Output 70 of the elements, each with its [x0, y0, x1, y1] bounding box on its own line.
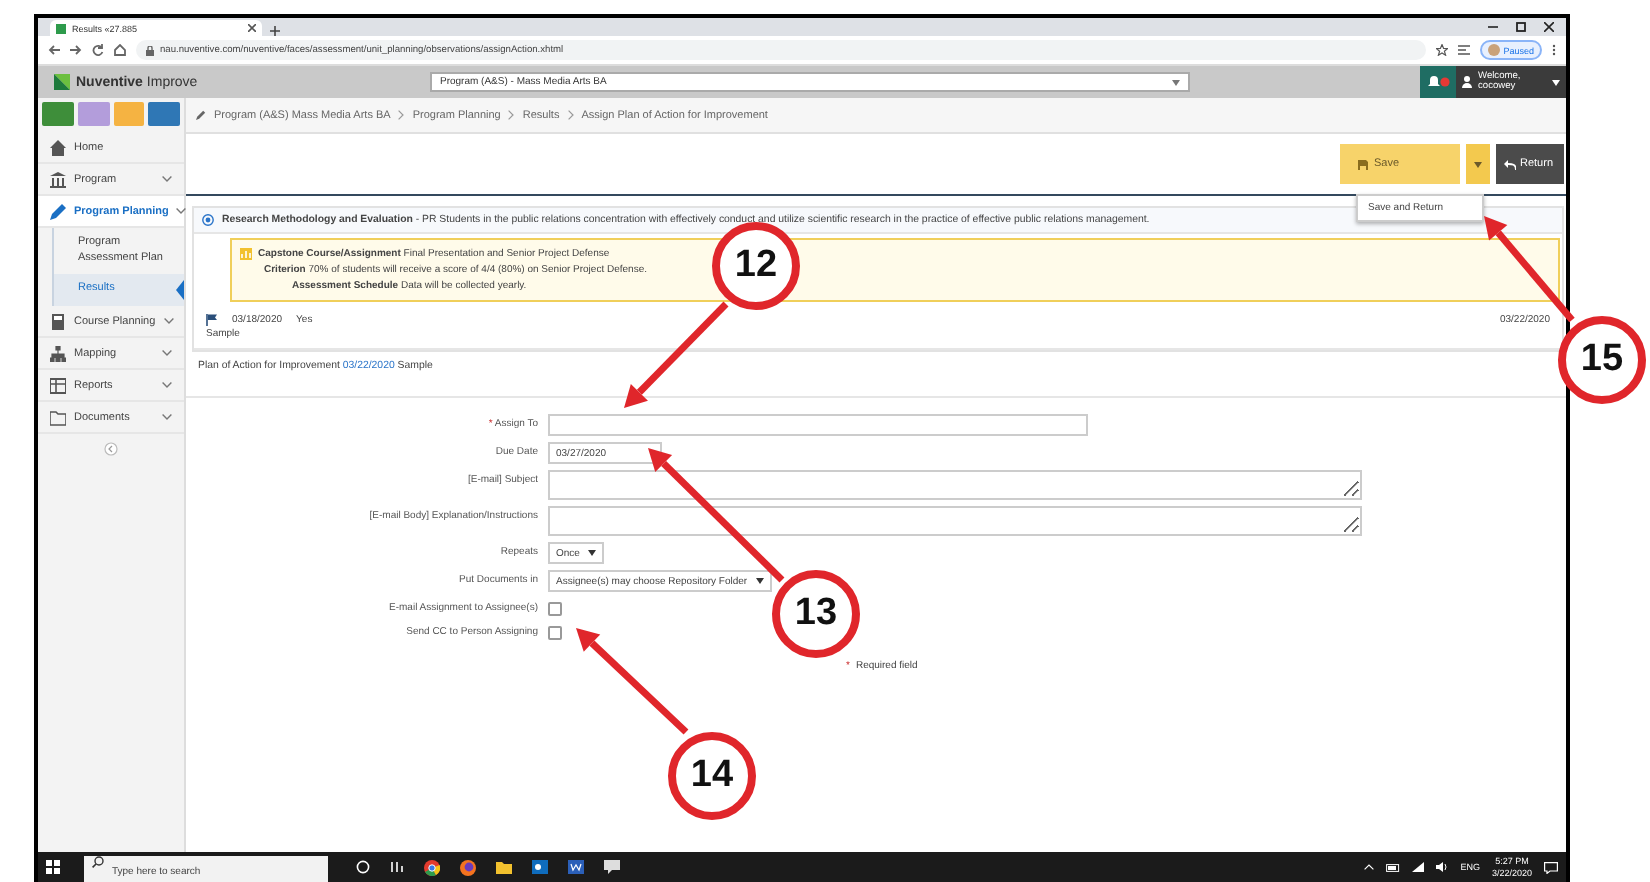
arrow	[576, 628, 689, 735]
chevron-up-icon[interactable]	[1364, 864, 1375, 870]
word-icon[interactable]	[568, 860, 584, 874]
pencil-icon	[50, 203, 66, 219]
person-icon	[1462, 76, 1472, 88]
sitemap-icon	[50, 345, 66, 362]
checkbox[interactable]	[548, 602, 562, 616]
firefox-icon[interactable]	[460, 859, 476, 875]
bell-icon	[1426, 74, 1450, 90]
network-icon[interactable]	[1412, 862, 1425, 872]
caret-icon	[1172, 79, 1180, 85]
floppy-disk-icon	[1358, 159, 1368, 169]
callout-number: 15	[1558, 316, 1646, 404]
notification-icon[interactable]	[1544, 861, 1558, 873]
caret-icon	[587, 550, 596, 556]
chevron-icon	[162, 414, 172, 421]
chevron-icon	[162, 350, 172, 357]
outlook-icon[interactable]	[532, 860, 548, 874]
chevron-icon	[162, 176, 172, 182]
windows-icon[interactable]	[46, 860, 60, 874]
chrome-icon[interactable]	[424, 859, 440, 875]
assign-to-field[interactable]	[548, 414, 1088, 436]
home-icon[interactable]	[114, 44, 126, 56]
forward-icon[interactable]	[70, 44, 82, 56]
chart-icon	[240, 248, 252, 260]
checkbox[interactable]	[548, 626, 562, 640]
caret-icon	[1552, 79, 1560, 85]
avatar-icon	[1487, 44, 1500, 56]
notification-button[interactable]	[1420, 66, 1456, 98]
arrow	[624, 301, 729, 408]
caret-icon	[755, 578, 764, 584]
chevron-icon	[508, 110, 515, 120]
logo-icon	[54, 74, 70, 90]
flag-icon	[206, 314, 218, 326]
arrow	[1484, 216, 1575, 323]
chevron-icon	[176, 208, 187, 214]
chevron-icon	[163, 318, 174, 325]
back-icon[interactable]	[48, 44, 60, 56]
pointer-icon	[176, 280, 184, 301]
table-icon	[50, 377, 66, 394]
minimize-icon[interactable]	[1488, 22, 1498, 32]
battery-icon[interactable]	[1386, 863, 1401, 871]
target-icon	[202, 214, 214, 226]
chat-icon[interactable]	[604, 860, 620, 874]
favicon-icon	[56, 23, 66, 33]
chevron-icon	[398, 110, 405, 120]
pencil-icon	[196, 110, 206, 120]
save-options-button[interactable]	[1466, 144, 1490, 184]
new-tab-icon[interactable]	[270, 26, 280, 36]
home-icon	[50, 139, 66, 155]
search-icon	[92, 855, 104, 868]
collapse-icon[interactable]	[104, 442, 118, 457]
star-icon[interactable]	[1435, 44, 1448, 56]
reading-list-icon[interactable]	[1457, 44, 1470, 56]
task-view-icon[interactable]	[356, 860, 370, 874]
chevron-icon	[567, 110, 574, 120]
volume-icon[interactable]	[1436, 862, 1449, 872]
return-arrow-icon	[1504, 159, 1516, 169]
caret-icon	[1474, 161, 1482, 167]
reload-icon[interactable]	[92, 44, 104, 56]
maximize-icon[interactable]	[1516, 22, 1526, 32]
close-icon[interactable]	[1544, 22, 1554, 32]
widgets-icon[interactable]	[390, 860, 404, 874]
chevron-icon	[162, 382, 172, 389]
book-icon	[50, 313, 66, 330]
folder-icon	[50, 409, 66, 426]
close-icon[interactable]	[248, 24, 256, 32]
lock-icon	[146, 45, 154, 55]
bank-icon	[50, 171, 66, 187]
folder-icon[interactable]	[496, 860, 512, 874]
